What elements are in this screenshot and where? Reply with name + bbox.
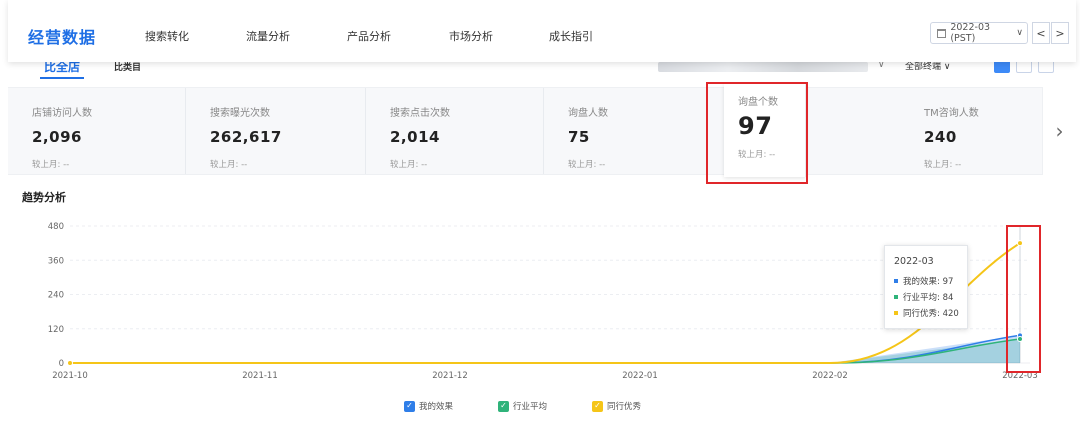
kpi-card-inquiry-users[interactable]: 询盘人数 75 较上月: -- [544, 88, 724, 174]
nav-item-search-conversion[interactable]: 搜索转化 [145, 28, 189, 44]
y-tick-label: 360 [48, 256, 64, 266]
calendar-icon [937, 28, 947, 38]
checkbox-icon: ✓ [592, 400, 603, 412]
tooltip-row-mine: 我的效果: 97 [894, 273, 967, 289]
filter-bar: 比全店 比类目 ∨ 全部终端 ∨ [8, 59, 1076, 79]
legend-item-mine[interactable]: ✓ 我的效果 [404, 400, 453, 412]
next-period-button[interactable]: > [1051, 22, 1069, 44]
kpi-card-search-clicks[interactable]: 搜索点击次数 2,014 较上月: -- [366, 88, 544, 174]
kpi-card-search-impressions[interactable]: 搜索曝光次数 262,617 较上月: -- [186, 88, 366, 174]
kpi-compare: 较上月: -- [32, 160, 70, 170]
chart-tooltip: 2022-03 我的效果: 97 行业平均: 84 同行优秀: 420 [884, 245, 968, 329]
tooltip-row-label: 行业平均: 84 [903, 293, 954, 303]
kpi-label: 店铺访问人数 [32, 108, 92, 119]
kpi-value: 2,014 [390, 128, 440, 146]
page: 经营数据 搜索转化 流量分析 产品分析 市场分析 成长指引 2022-03 (P… [0, 0, 1080, 425]
series-dot-icon [894, 279, 898, 283]
terminal-label: 全部终端 [905, 62, 942, 72]
kpi-label: 询盘人数 [568, 108, 608, 119]
kpi-compare: 较上月: -- [390, 160, 428, 170]
chevron-right-icon: › [1055, 119, 1064, 143]
redacted-filter [658, 62, 868, 72]
y-tick-label: 240 [48, 291, 64, 301]
legend-label: 行业平均 [513, 402, 548, 412]
kpi-value: 262,617 [210, 128, 282, 146]
y-tick-label: 0 [59, 359, 64, 369]
x-tick-label: 2022-03 [1002, 371, 1038, 381]
nav-item-traffic-analysis[interactable]: 流量分析 [246, 28, 290, 44]
tooltip-row-label: 同行优秀: 420 [903, 309, 959, 319]
series-dot-icon [894, 295, 898, 299]
series-line [70, 242, 1021, 364]
prev-period-button[interactable]: < [1032, 22, 1050, 44]
legend-item-industry[interactable]: ✓ 行业平均 [498, 400, 547, 412]
kpi-label: 搜索点击次数 [390, 108, 450, 119]
top-navigation: 经营数据 搜索转化 流量分析 产品分析 市场分析 成长指引 2022-03 (P… [8, 0, 1076, 62]
y-tick-label: 120 [48, 325, 64, 335]
kpi-compare: 较上月: -- [738, 150, 776, 160]
series-point [67, 360, 73, 366]
checkbox-icon: ✓ [498, 400, 509, 412]
chart-legend: ✓ 我的效果 ✓ 行业平均 ✓ 同行优秀 [0, 400, 1080, 414]
legend-label: 我的效果 [419, 402, 454, 412]
nav-item-product-analysis[interactable]: 产品分析 [347, 28, 391, 44]
kpi-row: 店铺访问人数 2,096 较上月: -- 搜索曝光次数 262,617 较上月:… [8, 84, 1076, 177]
x-tick-label: 2021-10 [52, 371, 88, 381]
period-value: 2022-03 (PST) [950, 22, 991, 44]
tooltip-row-label: 我的效果: 97 [903, 277, 954, 287]
kpi-label: 询盘个数 [738, 97, 778, 108]
series-area [70, 335, 1020, 363]
kpi-card-store-visitors[interactable]: 店铺访问人数 2,096 较上月: -- [8, 88, 186, 174]
x-tick-label: 2021-12 [432, 371, 468, 381]
period-select[interactable]: 2022-03 (PST) ∨ [930, 22, 1028, 44]
kpi-value: 2,096 [32, 128, 82, 146]
kpi-compare: 较上月: -- [568, 160, 606, 170]
kpi-label: 搜索曝光次数 [210, 108, 270, 119]
kpi-card-inquiry-count[interactable]: 询盘个数 97 较上月: -- [724, 84, 806, 177]
chevron-down-icon: ∨ [1016, 28, 1023, 38]
kpi-compare: 较上月: -- [210, 160, 248, 170]
y-tick-label: 480 [48, 222, 64, 232]
chevron-right-icon: > [1055, 26, 1065, 40]
tooltip-title: 2022-03 [894, 256, 934, 267]
series-dot-icon [894, 311, 898, 315]
kpi-value: 97 [738, 112, 773, 140]
tooltip-row-industry: 行业平均: 84 [894, 289, 967, 305]
kpi-value: 240 [924, 128, 957, 146]
nav-item-growth-guide[interactable]: 成长指引 [549, 28, 593, 44]
kpi-compare: 较上月: -- [924, 160, 962, 170]
kpi-label: TM咨询人数 [924, 108, 979, 119]
series-point [1017, 336, 1023, 343]
tooltip-row-top: 同行优秀: 420 [894, 305, 967, 321]
brand-title[interactable]: 经营数据 [28, 24, 96, 48]
kpi-card-tm-consult-users[interactable]: TM咨询人数 240 较上月: -- [900, 88, 1050, 174]
legend-item-top[interactable]: ✓ 同行优秀 [592, 400, 641, 412]
x-tick-label: 2022-02 [812, 371, 848, 381]
series-point [1017, 240, 1023, 247]
legend-label: 同行优秀 [607, 402, 642, 412]
x-tick-label: 2021-11 [242, 371, 278, 381]
checkbox-icon: ✓ [404, 400, 415, 412]
nav-item-market-analysis[interactable]: 市场分析 [449, 28, 493, 44]
kpi-value: 75 [568, 128, 590, 146]
trend-section-title: 趋势分析 [22, 191, 66, 204]
kpi-next-button[interactable]: › [1042, 87, 1076, 175]
chevron-left-icon: < [1036, 26, 1046, 40]
x-tick-label: 2022-01 [622, 371, 658, 381]
